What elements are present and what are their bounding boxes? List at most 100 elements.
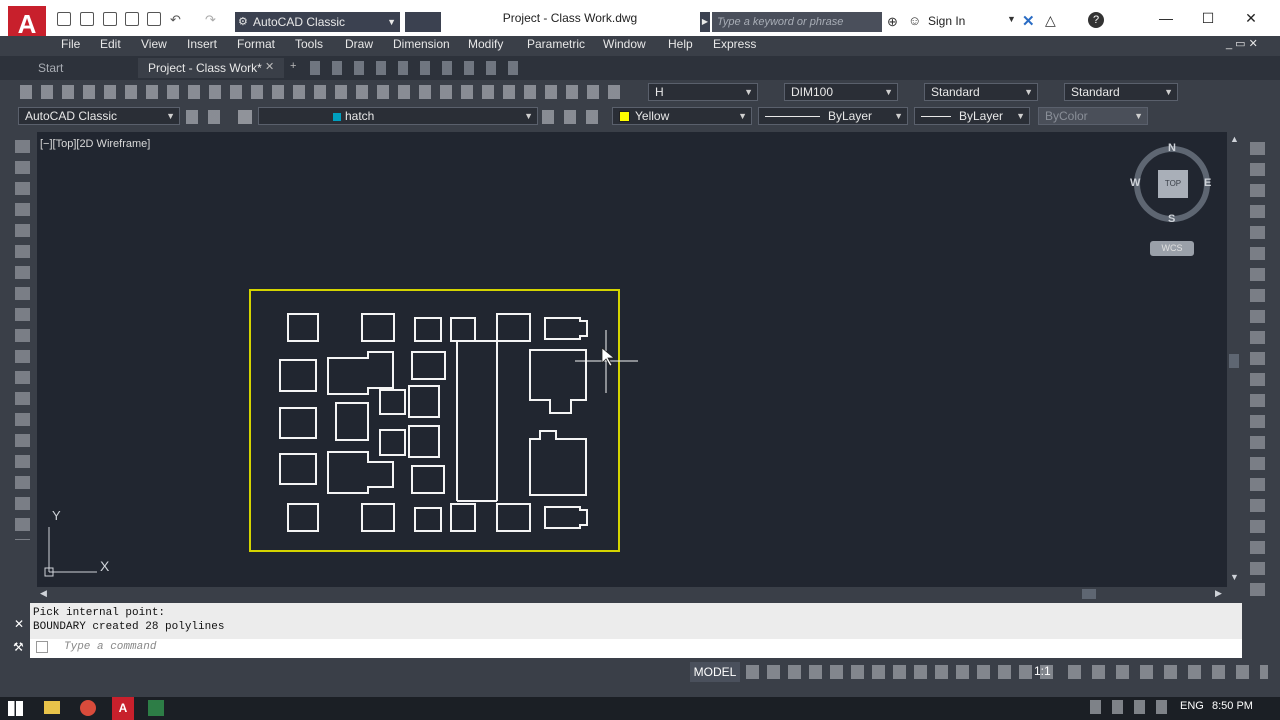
viewcube-top-face[interactable]: TOP: [1158, 170, 1188, 198]
draw-toolbar: [10, 132, 37, 602]
save-icon[interactable]: [103, 12, 117, 26]
vertical-scroll-thumb[interactable]: [1229, 354, 1239, 368]
drafting-toggle-icons[interactable]: [746, 665, 1056, 679]
dimension-toolbar[interactable]: [310, 61, 520, 75]
model-space-button[interactable]: MODEL: [690, 662, 740, 682]
doc-minimize-icon[interactable]: _ ▭ ✕: [1226, 37, 1258, 50]
app-taskbar-icon[interactable]: [148, 700, 164, 716]
save-as-icon[interactable]: [125, 12, 139, 26]
minimize-button[interactable]: —: [1155, 8, 1177, 28]
menu-format[interactable]: Format: [237, 37, 275, 51]
dim-style-select[interactable]: DIM100 ▼: [784, 83, 898, 101]
chevron-down-icon: ▼: [744, 87, 753, 97]
menu-edit[interactable]: Edit: [100, 37, 121, 51]
horizontal-scroll-thumb[interactable]: [1082, 589, 1096, 599]
close-tab-icon[interactable]: ✕: [265, 60, 274, 73]
scroll-left-icon[interactable]: ◀: [40, 588, 47, 599]
close-command-icon[interactable]: ✕: [14, 617, 24, 631]
chrome-icon[interactable]: [80, 700, 96, 716]
pointer-icon: [601, 347, 616, 367]
menu-window[interactable]: Window: [603, 37, 646, 51]
menu-help[interactable]: Help: [668, 37, 693, 51]
command-input[interactable]: Type a command: [10, 639, 1242, 658]
help-icon[interactable]: ?: [1088, 12, 1104, 28]
clock[interactable]: 8:50 PM: [1212, 700, 1253, 712]
command-line-controls: ✕ ⚒: [10, 603, 30, 658]
menu-insert[interactable]: Insert: [187, 37, 217, 51]
menu-parametric[interactable]: Parametric: [527, 37, 585, 51]
color-select[interactable]: Yellow ▼: [612, 107, 752, 125]
command-prompt-icon[interactable]: [36, 641, 48, 653]
menu-view[interactable]: View: [141, 37, 167, 51]
menu-express[interactable]: Express: [713, 37, 756, 51]
lineweight-preview: [921, 116, 951, 118]
close-button[interactable]: ✕: [1240, 8, 1262, 28]
exchange-icon[interactable]: ✕: [1022, 12, 1035, 30]
file-explorer-icon[interactable]: [44, 701, 60, 714]
input-language[interactable]: ENG: [1180, 700, 1204, 712]
menu-tools[interactable]: Tools: [295, 37, 323, 51]
document-title: Project - Class Work.dwg: [502, 11, 638, 25]
scroll-up-icon[interactable]: ▲: [1230, 134, 1239, 144]
layer-color-swatch: [333, 112, 341, 121]
lineweight-select[interactable]: ByLayer ▼: [914, 107, 1030, 125]
plotstyle-value: ByColor: [1045, 109, 1088, 123]
plotstyle-select[interactable]: ByColor ▼: [1038, 107, 1148, 125]
autocad-taskbar-icon[interactable]: A: [112, 697, 134, 720]
draw-tool-icons[interactable]: [15, 140, 30, 540]
new-file-icon[interactable]: [57, 12, 71, 26]
menu-dimension[interactable]: Dimension: [393, 37, 450, 51]
linetype-preview: [765, 116, 820, 118]
maximize-button[interactable]: ☐: [1197, 8, 1219, 28]
system-tray-icons[interactable]: [1090, 700, 1175, 714]
menu-modify[interactable]: Modify: [468, 37, 503, 51]
workspace-select[interactable]: ⚙ AutoCAD Classic ▼: [235, 12, 400, 32]
binoculars-icon[interactable]: ⊕: [887, 14, 898, 30]
chevron-down-icon[interactable]: ▼: [1007, 14, 1016, 24]
windows-start-icon[interactable]: [8, 701, 23, 716]
standard-tool-icons[interactable]: [20, 85, 620, 99]
compass-north[interactable]: N: [1168, 142, 1176, 154]
customize-toolbar-button[interactable]: [405, 12, 441, 32]
scroll-down-icon[interactable]: ▼: [1230, 572, 1239, 582]
workspace-settings-icons[interactable]: [186, 110, 228, 124]
dim-style-value: DIM100: [791, 85, 834, 99]
menu-file[interactable]: File: [61, 37, 80, 51]
scroll-right-icon[interactable]: ▶: [1215, 588, 1222, 599]
plot-icon[interactable]: [147, 12, 161, 26]
layer-properties-icon[interactable]: [238, 110, 252, 124]
annotation-scale[interactable]: 1:1: [1034, 664, 1051, 678]
a360-icon[interactable]: △: [1045, 12, 1056, 29]
redo-icon[interactable]: ↷: [205, 12, 216, 28]
mleader-style-select[interactable]: Standard ▼: [1064, 83, 1178, 101]
layer-tool-icons[interactable]: [542, 110, 602, 124]
linetype-select[interactable]: ByLayer ▼: [758, 107, 908, 125]
compass-west[interactable]: W: [1130, 177, 1140, 189]
modify-tool-icons[interactable]: [1250, 142, 1265, 597]
chevron-right-icon[interactable]: ▶: [700, 12, 710, 32]
table-style-value: Standard: [931, 85, 980, 99]
compass-south[interactable]: S: [1168, 213, 1175, 225]
gear-icon: ⚙: [238, 16, 248, 28]
workspace-dropdown[interactable]: AutoCAD Classic ▼: [18, 107, 180, 125]
menu-draw[interactable]: Draw: [345, 37, 373, 51]
vertical-scrollbar[interactable]: ▲ ▼: [1227, 132, 1241, 587]
sign-in-button[interactable]: Sign In: [928, 14, 965, 28]
compass-east[interactable]: E: [1204, 177, 1211, 189]
tab-start[interactable]: Start: [28, 58, 73, 78]
wcs-menu[interactable]: WCS: [1150, 241, 1194, 256]
new-tab-icon[interactable]: +: [290, 60, 296, 72]
table-style-select[interactable]: Standard ▼: [924, 83, 1038, 101]
crosshair-cursor: [575, 330, 638, 393]
layer-select[interactable]: hatch ▼: [258, 107, 538, 125]
status-tool-icons[interactable]: [1068, 665, 1268, 679]
wrench-icon[interactable]: ⚒: [13, 640, 24, 654]
undo-icon[interactable]: ↶: [170, 12, 181, 28]
text-style-select[interactable]: H ▼: [648, 83, 758, 101]
search-input[interactable]: Type a keyword or phrase: [712, 12, 882, 32]
tab-project[interactable]: Project - Class Work*: [138, 58, 284, 78]
color-value: Yellow: [635, 109, 670, 123]
open-file-icon[interactable]: [80, 12, 94, 26]
horizontal-scrollbar[interactable]: ◀ ▶: [37, 587, 1227, 601]
chevron-down-icon: ▼: [1134, 111, 1143, 121]
